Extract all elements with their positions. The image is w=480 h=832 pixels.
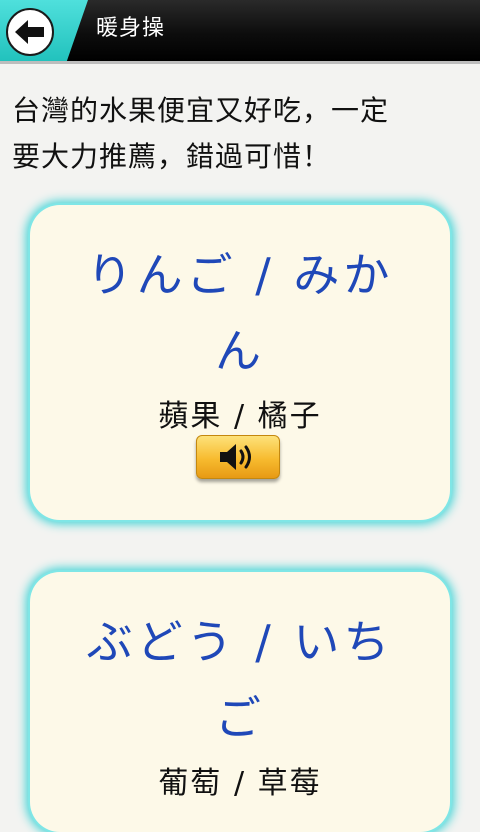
japanese-word-line-2: ご [215, 691, 265, 745]
intro-line-2: 要大力推薦，錯過可惜！ [12, 140, 332, 173]
header-bar: 暖身操 [0, 0, 480, 64]
speaker-icon [220, 444, 251, 470]
vocab-card-2: ぶどう / いち ご 葡萄 / 草莓 [30, 572, 450, 832]
japanese-word-line-1: ぶどう / いち [86, 615, 394, 669]
japanese-word-line-2: ん [215, 324, 265, 378]
japanese-word: ぶどう / いち ご [70, 604, 410, 756]
play-audio-button[interactable] [196, 435, 280, 479]
japanese-word-line-1: りんご / みか [86, 248, 394, 302]
japanese-word: りんご / みか ん [70, 237, 410, 389]
chinese-translation: 蘋果 / 橘子 [158, 399, 322, 434]
intro-text: 台灣的水果便宜又好吃，一定 要大力推薦，錯過可惜！ [12, 88, 468, 180]
arrow-left-icon [15, 20, 44, 44]
back-button[interactable] [6, 8, 54, 56]
page-title: 暖身操 [96, 16, 166, 41]
intro-line-1: 台灣的水果便宜又好吃，一定 [12, 94, 390, 127]
chinese-translation: 葡萄 / 草莓 [158, 766, 322, 801]
vocab-card-1: りんご / みか ん 蘋果 / 橘子 [30, 205, 450, 520]
